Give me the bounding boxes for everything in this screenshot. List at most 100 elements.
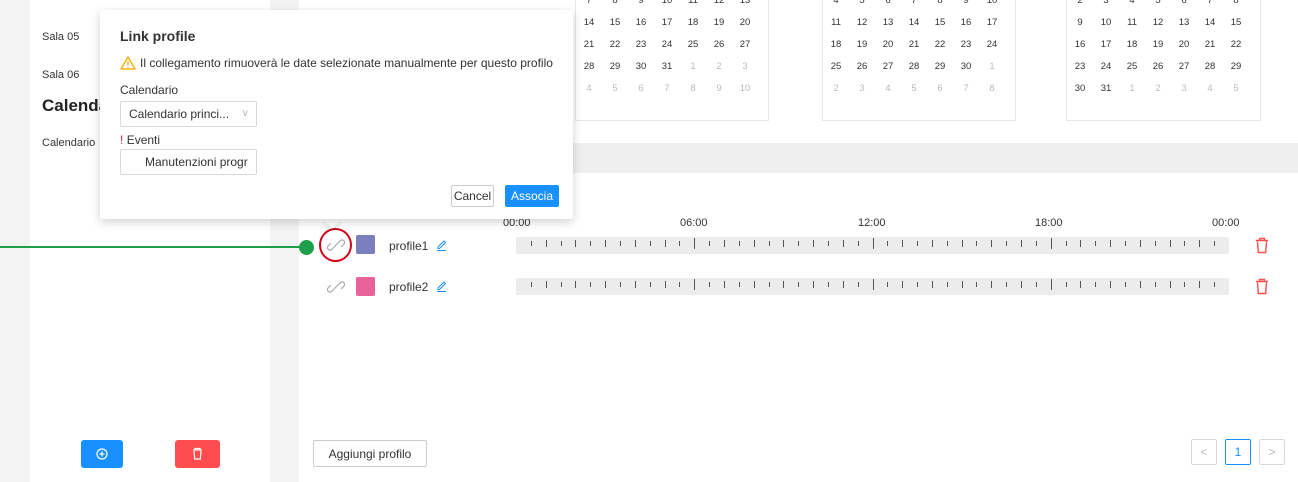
calendar-day[interactable]: 23 <box>953 33 979 55</box>
calendar-day[interactable]: 2 <box>823 77 849 99</box>
calendar-day[interactable]: 7 <box>654 77 680 99</box>
pagination-prev[interactable]: < <box>1191 439 1217 465</box>
calendar-day[interactable]: 15 <box>1223 11 1249 33</box>
add-calendar-button[interactable] <box>81 440 123 468</box>
calendar-day[interactable]: 22 <box>927 33 953 55</box>
profile-color-swatch[interactable] <box>356 235 375 254</box>
list-item-sala-05[interactable]: Sala 05 <box>42 31 79 43</box>
calendar-day[interactable]: 11 <box>823 11 849 33</box>
calendar-day[interactable]: 21 <box>576 33 602 55</box>
pagination-next[interactable]: > <box>1259 439 1285 465</box>
calendar-day[interactable]: 23 <box>628 33 654 55</box>
calendar-day[interactable]: 2 <box>1067 0 1093 11</box>
calendar-day[interactable]: 27 <box>875 55 901 77</box>
calendar-day[interactable]: 8 <box>1223 0 1249 11</box>
calendar-day[interactable]: 4 <box>1197 77 1223 99</box>
associate-button[interactable]: Associa <box>505 185 559 207</box>
calendar-day[interactable]: 5 <box>901 77 927 99</box>
calendar-day[interactable]: 10 <box>1093 11 1119 33</box>
calendar-day[interactable]: 12 <box>1145 11 1171 33</box>
calendar-day[interactable]: 24 <box>654 33 680 55</box>
calendar-day[interactable]: 18 <box>680 11 706 33</box>
calendar-day[interactable]: 18 <box>1119 33 1145 55</box>
calendar-day[interactable]: 6 <box>1171 0 1197 11</box>
calendar-day[interactable]: 26 <box>849 55 875 77</box>
calendar-day[interactable]: 27 <box>1171 55 1197 77</box>
calendar-day[interactable]: 2 <box>1145 77 1171 99</box>
calendar-day[interactable]: 1 <box>1119 77 1145 99</box>
calendar-day[interactable]: 22 <box>602 33 628 55</box>
calendar-day[interactable]: 13 <box>732 0 758 11</box>
calendar-day[interactable]: 10 <box>732 77 758 99</box>
calendar-day[interactable]: 14 <box>901 11 927 33</box>
calendar-day[interactable]: 31 <box>654 55 680 77</box>
calendar-day[interactable]: 11 <box>1119 11 1145 33</box>
calendar-day[interactable]: 22 <box>1223 33 1249 55</box>
calendar-day[interactable]: 23 <box>1067 55 1093 77</box>
calendar-day[interactable]: 10 <box>979 0 1005 11</box>
calendar-day[interactable]: 3 <box>1171 77 1197 99</box>
calendar-day[interactable]: 4 <box>576 77 602 99</box>
calendar-day[interactable]: 5 <box>1223 77 1249 99</box>
calendar-day[interactable]: 8 <box>602 0 628 11</box>
calendar-day[interactable]: 1 <box>979 55 1005 77</box>
calendar-day[interactable]: 30 <box>1067 77 1093 99</box>
calendar-day[interactable]: 21 <box>901 33 927 55</box>
calendar-day[interactable]: 6 <box>927 77 953 99</box>
calendar-day[interactable]: 17 <box>1093 33 1119 55</box>
calendar-day[interactable]: 4 <box>875 77 901 99</box>
calendar-day[interactable]: 25 <box>1119 55 1145 77</box>
calendar-day[interactable]: 8 <box>979 77 1005 99</box>
add-profile-button[interactable]: Aggiungi profilo <box>313 440 427 467</box>
list-item-sala-06[interactable]: Sala 06 <box>42 69 79 82</box>
calendar-day[interactable]: 18 <box>823 33 849 55</box>
calendar-day[interactable]: 4 <box>823 0 849 11</box>
profile-timeline-bar[interactable] <box>516 237 1229 254</box>
calendar-day[interactable]: 6 <box>628 77 654 99</box>
calendar-day[interactable]: 16 <box>1067 33 1093 55</box>
cancel-button[interactable]: Cancel <box>451 185 494 207</box>
calendar-day[interactable]: 14 <box>576 11 602 33</box>
calendar-day[interactable]: 8 <box>680 77 706 99</box>
calendar-day[interactable]: 15 <box>602 11 628 33</box>
calendar-day[interactable]: 10 <box>654 0 680 11</box>
calendar-day[interactable]: 24 <box>979 33 1005 55</box>
calendar-day[interactable]: 26 <box>1145 55 1171 77</box>
calendar-day[interactable]: 15 <box>927 11 953 33</box>
calendar-day[interactable]: 28 <box>1197 55 1223 77</box>
calendar-day[interactable]: 3 <box>732 55 758 77</box>
calendar-day[interactable]: 29 <box>602 55 628 77</box>
calendar-day[interactable]: 13 <box>1171 11 1197 33</box>
calendar-day[interactable]: 12 <box>706 0 732 11</box>
calendar-day[interactable]: 7 <box>953 77 979 99</box>
profile-timeline-bar[interactable] <box>516 278 1229 295</box>
calendar-day[interactable]: 9 <box>953 0 979 11</box>
calendar-day[interactable]: 9 <box>628 0 654 11</box>
calendar-day[interactable]: 28 <box>901 55 927 77</box>
calendar-day[interactable]: 20 <box>732 11 758 33</box>
calendar-day[interactable]: 16 <box>953 11 979 33</box>
calendar-day[interactable]: 8 <box>927 0 953 11</box>
calendar-day[interactable]: 3 <box>1093 0 1119 11</box>
delete-profile-icon[interactable] <box>1255 278 1269 295</box>
pagination-page-1[interactable]: 1 <box>1225 439 1251 465</box>
profile-color-swatch[interactable] <box>356 277 375 296</box>
calendar-day[interactable]: 30 <box>953 55 979 77</box>
calendar-day[interactable]: 29 <box>1223 55 1249 77</box>
calendar-day[interactable]: 7 <box>576 0 602 11</box>
calendar-day[interactable]: 4 <box>1119 0 1145 11</box>
link-icon[interactable] <box>326 278 346 296</box>
delete-calendar-button[interactable] <box>175 440 220 468</box>
calendar-day[interactable]: 31 <box>1093 77 1119 99</box>
calendar-day[interactable]: 20 <box>1171 33 1197 55</box>
calendar-day[interactable]: 19 <box>1145 33 1171 55</box>
calendar-day[interactable]: 19 <box>706 11 732 33</box>
calendar-day[interactable]: 2 <box>706 55 732 77</box>
calendar-day[interactable]: 9 <box>706 77 732 99</box>
events-input[interactable]: Manutenzioni progr <box>120 149 257 175</box>
calendar-day[interactable]: 7 <box>1197 0 1223 11</box>
calendar-day[interactable]: 11 <box>680 0 706 11</box>
calendar-day[interactable]: 29 <box>927 55 953 77</box>
calendar-day[interactable]: 16 <box>628 11 654 33</box>
calendar-day[interactable]: 20 <box>875 33 901 55</box>
